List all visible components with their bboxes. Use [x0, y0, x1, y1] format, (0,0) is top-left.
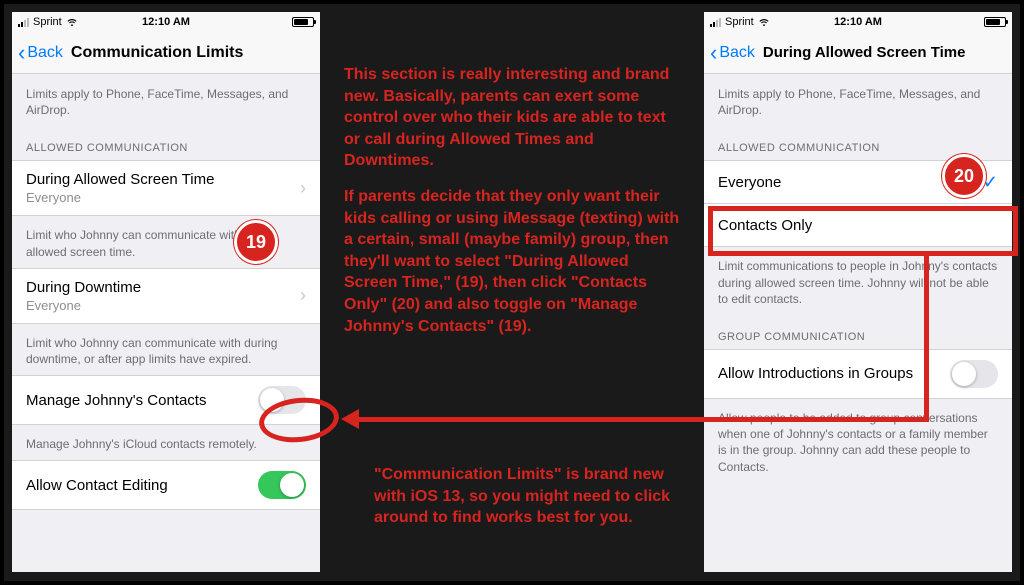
back-label: Back — [719, 44, 755, 62]
chevron-left-icon: ‹ — [18, 42, 25, 64]
row-note: Limit who Johnny can communicate with du… — [12, 323, 320, 375]
row-note: Allow people to be added to group conver… — [704, 398, 1012, 483]
chevron-right-icon: › — [300, 285, 306, 306]
back-button[interactable]: ‹ Back — [710, 42, 755, 64]
battery-icon — [984, 17, 1006, 27]
row-note: Limit communications to people in Johnny… — [704, 246, 1012, 315]
row-title: During Downtime — [26, 279, 141, 296]
row-title: Allow Introductions in Groups — [718, 365, 913, 382]
row-subtitle: Everyone — [26, 190, 214, 205]
callout-rect-contacts-only — [708, 206, 1018, 256]
battery-icon — [292, 17, 314, 27]
row-during-allowed-screen-time[interactable]: During Allowed Screen Time Everyone › — [12, 160, 320, 216]
toggle-allow-contact-editing[interactable] — [258, 471, 306, 499]
row-title: During Allowed Screen Time — [26, 171, 214, 188]
arrow-segment — [359, 417, 704, 422]
row-subtitle: Everyone — [26, 298, 141, 313]
row-allow-intros[interactable]: Allow Introductions in Groups — [704, 349, 1012, 399]
annotation-para-2: If parents decide that they only want th… — [344, 186, 684, 337]
annotation-para-3: "Communication Limits" is brand new with… — [374, 464, 694, 529]
back-label: Back — [27, 44, 63, 62]
phone-left: Sprint 12:10 AM ‹ Back Communication Lim… — [12, 12, 320, 572]
nav-bar: ‹ Back During Allowed Screen Time — [704, 32, 1012, 74]
callout-badge-19: 19 — [234, 220, 278, 264]
callout-badge-20: 20 — [942, 154, 986, 198]
section-header-group: GROUP COMMUNICATION — [704, 315, 1012, 349]
intro-note: Limits apply to Phone, FaceTime, Message… — [12, 74, 320, 126]
annotation-text-bottom: "Communication Limits" is brand new with… — [374, 464, 694, 529]
row-allow-contact-editing[interactable]: Allow Contact Editing — [12, 460, 320, 510]
section-header-allowed: ALLOWED COMMUNICATION — [12, 126, 320, 160]
row-title: Allow Contact Editing — [26, 477, 168, 494]
option-label: Everyone — [718, 174, 781, 191]
intro-note: Limits apply to Phone, FaceTime, Message… — [704, 74, 1012, 126]
status-time: 12:10 AM — [12, 16, 320, 28]
status-time: 12:10 AM — [704, 16, 1012, 28]
arrow-segment — [704, 417, 929, 422]
chevron-right-icon: › — [300, 178, 306, 199]
chevron-left-icon: ‹ — [710, 42, 717, 64]
annotation-para-1: This section is really interesting and b… — [344, 64, 684, 172]
back-button[interactable]: ‹ Back — [18, 42, 63, 64]
nav-bar: ‹ Back Communication Limits — [12, 32, 320, 74]
status-bar: Sprint 12:10 AM — [12, 12, 320, 32]
arrow-head-icon — [341, 409, 359, 429]
arrow-segment — [924, 256, 929, 419]
page-title: During Allowed Screen Time — [763, 44, 1006, 61]
row-during-downtime[interactable]: During Downtime Everyone › — [12, 268, 320, 324]
phone-right: Sprint 12:10 AM ‹ Back During Allowed Sc… — [704, 12, 1012, 572]
page-title: Communication Limits — [71, 44, 314, 62]
status-bar: Sprint 12:10 AM — [704, 12, 1012, 32]
toggle-allow-intros[interactable] — [950, 360, 998, 388]
annotation-text-top: This section is really interesting and b… — [344, 64, 684, 351]
row-title: Manage Johnny's Contacts — [26, 392, 206, 409]
